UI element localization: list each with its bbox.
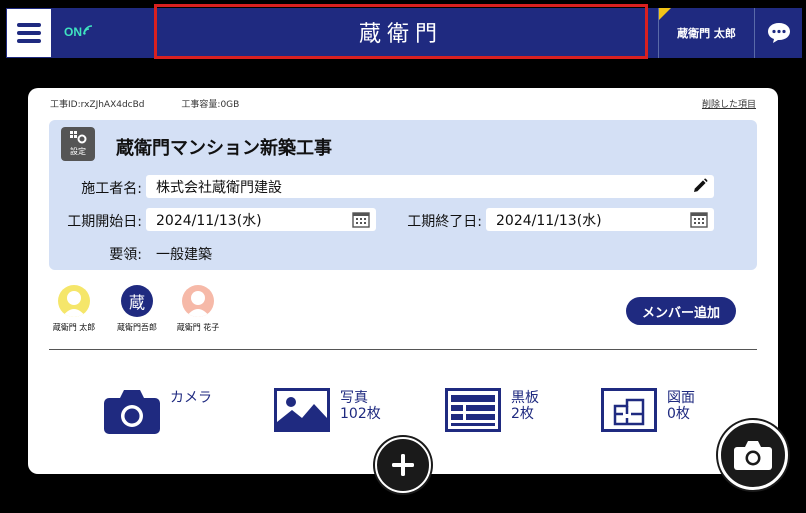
- start-date-label: 工期開始日:: [67, 214, 142, 230]
- camera-fab-button[interactable]: [718, 420, 788, 490]
- calendar-icon: [352, 212, 370, 228]
- logo-area: 蔵衛門: [154, 4, 648, 59]
- start-date-field[interactable]: 2024/11/13(水): [146, 208, 376, 231]
- app-frame: ON 蔵衛門 蔵衛門 太郎 工事ID:rxZJhAX4dcBd 工事容量:0GB…: [0, 0, 806, 513]
- summary-value: 一般建築: [156, 247, 212, 263]
- user-account[interactable]: 蔵衛門 太郎: [658, 8, 754, 58]
- divider: [49, 349, 757, 350]
- camera-action[interactable]: カメラ: [104, 388, 212, 434]
- notification-corner: [659, 8, 671, 20]
- hamburger-icon: [17, 23, 41, 43]
- blackboard-label: 黒板 2枚: [511, 390, 539, 422]
- start-date-value: 2024/11/13(水): [156, 212, 262, 229]
- project-title: 蔵衛門マンション新築工事: [116, 138, 332, 159]
- member-name: 蔵衛門 太郎: [52, 323, 96, 332]
- member-name: 蔵衛門 花子: [176, 323, 220, 332]
- avatar: [58, 285, 90, 317]
- add-fab-button[interactable]: [375, 437, 431, 493]
- app-logo: 蔵衛門: [358, 21, 443, 47]
- connection-status: ON: [64, 25, 93, 39]
- user-name: 蔵衛門 太郎: [677, 27, 736, 40]
- project-id: 工事ID:rxZJhAX4dcBd: [50, 100, 145, 110]
- contractor-value: 株式会社蔵衛門建設: [156, 179, 282, 196]
- settings-label: 設定: [70, 147, 86, 156]
- end-date-value: 2024/11/13(水): [496, 212, 602, 229]
- avatar: 蔵: [121, 285, 153, 317]
- status-text: ON: [64, 25, 82, 39]
- summary-label: 要領:: [109, 247, 142, 263]
- project-info-panel: 設定 蔵衛門マンション新築工事 施工者名: 株式会社蔵衛門建設 工期開始日: 2…: [49, 120, 757, 270]
- top-bar: ON 蔵衛門 蔵衛門 太郎: [6, 4, 802, 59]
- plus-icon: [392, 454, 414, 476]
- project-meta: 工事ID:rxZJhAX4dcBd 工事容量:0GB: [50, 97, 273, 110]
- drawings-label: 図面 0枚: [667, 390, 695, 422]
- member-name: 蔵衛門吾郎: [117, 323, 157, 332]
- member-item[interactable]: 蔵衛門 花子: [167, 285, 229, 333]
- add-member-button[interactable]: メンバー追加: [626, 297, 736, 325]
- chat-icon: [767, 23, 790, 43]
- person-icon: [62, 291, 86, 317]
- member-item[interactable]: 蔵衛門 太郎: [43, 285, 105, 333]
- end-date-label: 工期終了日:: [407, 214, 482, 230]
- deleted-items-link[interactable]: 削除した項目: [702, 97, 756, 110]
- end-date-field[interactable]: 2024/11/13(水): [486, 208, 714, 231]
- edit-pencil-icon[interactable]: [692, 178, 708, 194]
- contractor-label: 施工者名:: [81, 181, 142, 197]
- settings-icon: [70, 131, 87, 144]
- menu-button[interactable]: [6, 8, 52, 58]
- camera-icon: [734, 441, 772, 470]
- project-card: 工事ID:rxZJhAX4dcBd 工事容量:0GB 削除した項目 設定 蔵衛門…: [28, 88, 778, 474]
- chat-button[interactable]: [754, 8, 802, 58]
- project-capacity: 工事容量:0GB: [181, 100, 240, 110]
- avatar-glyph: 蔵: [128, 293, 145, 312]
- photos-action[interactable]: 写真 102枚: [274, 388, 381, 432]
- contractor-field[interactable]: 株式会社蔵衛門建設: [146, 175, 714, 198]
- avatar: [182, 285, 214, 317]
- wifi-icon: [83, 25, 93, 35]
- photos-label: 写真 102枚: [340, 390, 381, 422]
- blackboard-action[interactable]: 黒板 2枚: [445, 388, 539, 432]
- settings-button[interactable]: 設定: [61, 127, 95, 161]
- member-item[interactable]: 蔵 蔵衛門吾郎: [106, 285, 168, 333]
- floorplan-icon: [601, 388, 657, 432]
- blackboard-icon: [445, 388, 501, 432]
- camera-label: カメラ: [170, 390, 212, 406]
- calendar-icon: [690, 212, 708, 228]
- drawings-action[interactable]: 図面 0枚: [601, 388, 695, 432]
- person-icon: [186, 291, 210, 317]
- camera-icon: [104, 388, 160, 434]
- photo-icon: [274, 388, 330, 432]
